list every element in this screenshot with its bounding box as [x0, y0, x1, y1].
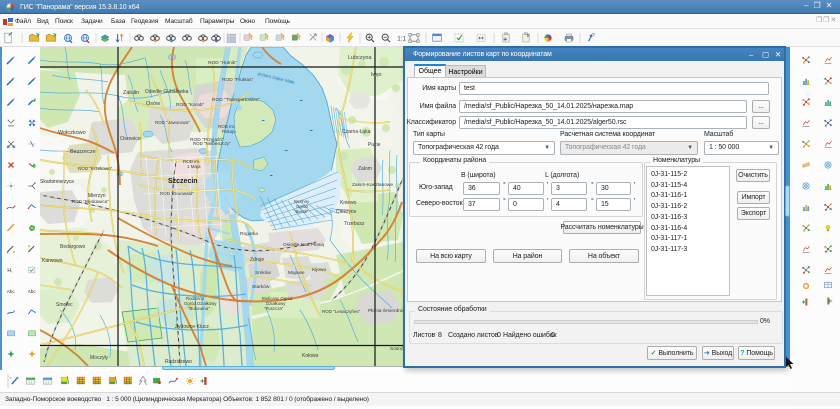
- svg-text:Żydowce-Klucz: Żydowce-Klucz: [175, 323, 209, 330]
- svg-text:Pucie: Pucie: [368, 142, 381, 148]
- svg-text:Kijewo: Kijewo: [312, 267, 326, 273]
- svg-text:Pokoju: Pokoju: [222, 129, 236, 134]
- svg-text:Bezrzecze: Bezrzecze: [70, 149, 96, 155]
- svg-text:Moczyły: Moczyły: [90, 355, 109, 361]
- svg-text:Załom-Kasztanowe: Załom-Kasztanowe: [352, 182, 393, 188]
- svg-text:H,: H,: [7, 268, 12, 274]
- svg-text:ROD "Grunwald": ROD "Grunwald": [160, 191, 194, 196]
- svg-text:Osowice: Osowice: [120, 136, 141, 142]
- svg-text:Osiedle Nad Płonią: Osiedle Nad Płonią: [283, 242, 324, 248]
- svg-text:?: ?: [10, 375, 13, 380]
- svg-text:"Bukowina": "Bukowina": [188, 306, 210, 311]
- svg-text:Osiedle Gubałówka: Osiedle Gubałówka: [145, 89, 189, 95]
- svg-text:Karwowo: Karwowo: [42, 258, 63, 264]
- svg-text:Abc: Abc: [28, 289, 37, 294]
- svg-text:ROD "Jaworowa": ROD "Jaworowa": [155, 120, 190, 125]
- svg-text:Zdroje: Zdroje: [250, 257, 264, 263]
- svg-text:ROD "Błyskawica": ROD "Błyskawica": [72, 199, 109, 204]
- svg-text:ROD "Krzekowo": ROD "Krzekowo": [78, 166, 113, 171]
- svg-text:Bedargowo: Bedargowo: [60, 244, 86, 250]
- svg-text:Smolec: Smolec: [56, 302, 73, 308]
- svg-text:Majowe: Majowe: [288, 270, 305, 276]
- svg-text:Smków: Smków: [255, 270, 271, 276]
- svg-text:ROD "Hutnik": ROD "Hutnik": [208, 60, 237, 66]
- svg-text:Starków: Starków: [252, 284, 270, 290]
- svg-text:Załom: Załom: [358, 166, 372, 172]
- svg-text:?: ?: [592, 33, 595, 39]
- svg-text:Osów: Osów: [146, 101, 160, 107]
- svg-text:Czarna Łąka: Czarna Łąka: [342, 129, 371, 135]
- svg-text:Kołowo: Kołowo: [302, 353, 319, 359]
- svg-text:Załulin: Załulin: [123, 90, 139, 96]
- svg-text:ROD "Niebieszczy": ROD "Niebieszczy": [193, 141, 231, 146]
- svg-text:ROD "Transportowiec": ROD "Transportowiec": [212, 97, 260, 103]
- svg-text:Cieszyce: Cieszyce: [336, 209, 357, 215]
- svg-text:Wołczkowo: Wołczkowo: [58, 130, 86, 136]
- svg-text:"Bielsk": "Bielsk": [294, 209, 309, 214]
- svg-text:"Puszcza": "Puszcza": [264, 306, 284, 311]
- svg-text:ROD "Korab": ROD "Korab": [176, 102, 204, 108]
- svg-text:Szczecin: Szczecin: [168, 178, 198, 185]
- svg-text:Lubczyna: Lubczyna: [348, 55, 372, 61]
- svg-text:1 Maja: 1 Maja: [187, 164, 201, 169]
- svg-text:Kniewo: Kniewo: [340, 200, 357, 206]
- svg-text:ROD "Fruktus": ROD "Fruktus": [222, 77, 254, 83]
- svg-text:Radziszewo: Radziszewo: [165, 359, 192, 365]
- svg-text:Trzebusz: Trzebusz: [344, 221, 365, 227]
- svg-text:ROD "Lesaczyńes": ROD "Lesaczyńes": [322, 309, 361, 314]
- svg-text:Skarbimierzyce: Skarbimierzyce: [40, 179, 74, 185]
- svg-text:0: 0: [527, 33, 530, 39]
- svg-text:1:1: 1:1: [397, 35, 406, 42]
- svg-text:Iwęo: Iwęo: [371, 72, 382, 78]
- svg-text:Abc: Abc: [7, 289, 16, 294]
- svg-text:Rogatka: Rogatka: [240, 231, 258, 237]
